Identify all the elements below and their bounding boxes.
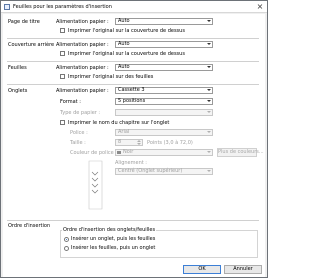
- insert-order-option-1-label: Insérer un onglet, puis les feuilles: [71, 236, 156, 242]
- chevron-down-icon: [207, 43, 211, 45]
- insert-order-option-2-radio[interactable]: [64, 246, 69, 251]
- cover-front-feed-select[interactable]: Auto: [115, 18, 213, 25]
- tabs-print-chapter-checkbox[interactable]: [60, 120, 65, 125]
- app-icon: [4, 4, 10, 10]
- insert-order-option-1-radio[interactable]: [64, 237, 69, 242]
- cover-front-section-label: Page de titre: [8, 19, 40, 25]
- tab-preview-icon: [88, 160, 103, 210]
- tabs-font-color-value: Noir: [123, 149, 134, 155]
- tabs-format-value: 5 positions: [118, 98, 146, 104]
- sheets-section-label: Feuilles: [8, 65, 27, 71]
- insert-settings-dialog: Feuilles pour les paramètres d'insertion…: [0, 0, 268, 278]
- tabs-font-color-select[interactable]: Noir: [115, 149, 213, 156]
- cancel-button[interactable]: Annuler: [224, 265, 262, 274]
- divider: [7, 61, 259, 62]
- tabs-font-value: Arial: [118, 129, 130, 135]
- cover-back-section-label: Couverture arrière: [8, 42, 55, 48]
- chevron-down-icon: [207, 170, 211, 172]
- cover-front-feed-label: Alimentation papier :: [56, 19, 109, 25]
- color-swatch: [117, 151, 121, 154]
- more-colors-button[interactable]: Plus de couleurs...: [217, 148, 264, 157]
- tabs-section-label: Onglets: [8, 88, 28, 94]
- tabs-size-label: Taille :: [70, 140, 86, 146]
- cover-back-feed-select[interactable]: Auto: [115, 41, 213, 48]
- divider: [7, 220, 259, 221]
- insert-order-option-2-label: Insérer les feuilles, puis un onglet: [71, 245, 156, 251]
- tabs-format-select[interactable]: 5 positions: [115, 98, 213, 105]
- sheets-print-label: Imprimer l'original sur des feuilles: [68, 74, 154, 80]
- chevron-down-icon: [207, 100, 211, 102]
- insert-order-group: [60, 230, 258, 258]
- tabs-size-value: 8: [118, 139, 122, 145]
- tabs-font-color-label: Couleur de police :: [70, 150, 117, 156]
- close-button[interactable]: ×: [256, 3, 264, 11]
- tabs-feed-value: Cassette 3: [118, 87, 145, 93]
- cover-back-feed-value: Auto: [118, 41, 130, 47]
- cover-back-print-checkbox[interactable]: [60, 51, 65, 56]
- tabs-print-chapter-label: Imprimer le nom du chapitre sur l'onglet: [68, 120, 170, 126]
- cover-front-print-checkbox[interactable]: [60, 28, 65, 33]
- cover-front-feed-value: Auto: [118, 18, 130, 24]
- tabs-alignment-label: Alignement :: [115, 160, 147, 166]
- sheets-feed-value: Auto: [118, 64, 130, 70]
- chevron-down-icon: [207, 20, 211, 22]
- cover-back-feed-label: Alimentation papier :: [56, 42, 109, 48]
- chevron-down-icon: [207, 111, 211, 113]
- insert-order-group-title: Ordre d'insertion des onglets/feuilles: [62, 227, 157, 233]
- cover-front-print-label: Imprimer l'original sur la couverture de…: [68, 28, 185, 34]
- spin-down-icon: [137, 143, 141, 145]
- ok-button[interactable]: OK: [183, 265, 221, 274]
- tabs-feed-select[interactable]: Cassette 3: [115, 87, 213, 94]
- chevron-down-icon: [207, 89, 211, 91]
- tabs-feed-label: Alimentation papier :: [56, 88, 109, 94]
- tabs-font-label: Police :: [70, 130, 88, 136]
- tabs-size-stepper[interactable]: 8: [115, 139, 143, 146]
- cover-back-print-label: Imprimer l'original sur la couverture de…: [68, 51, 185, 57]
- title-bar: Feuilles pour les paramètres d'insertion…: [1, 1, 267, 13]
- dialog-body: Page de titre Alimentation papier : Auto…: [3, 14, 265, 277]
- sheets-feed-label: Alimentation papier :: [56, 65, 109, 71]
- chevron-down-icon: [207, 66, 211, 68]
- tabs-alignment-select[interactable]: Centré (Onglet supérieur): [115, 168, 213, 175]
- window-title: Feuilles pour les paramètres d'insertion: [13, 4, 112, 10]
- insert-order-section-label: Ordre d'insertion: [8, 223, 51, 229]
- tabs-paper-type-select[interactable]: [115, 109, 213, 116]
- tabs-size-hint: Points (3,0 à 72,0): [147, 140, 193, 146]
- tabs-paper-type-label: Type de papier :: [60, 110, 101, 116]
- chevron-down-icon: [207, 151, 211, 153]
- tabs-font-select[interactable]: Arial: [115, 129, 213, 136]
- tabs-alignment-value: Centré (Onglet supérieur): [118, 168, 183, 174]
- spin-up-icon: [137, 140, 141, 142]
- sheets-feed-select[interactable]: Auto: [115, 64, 213, 71]
- sheets-print-checkbox[interactable]: [60, 74, 65, 79]
- divider: [7, 38, 259, 39]
- chevron-down-icon: [207, 131, 211, 133]
- tabs-format-label: Format :: [60, 99, 81, 105]
- divider: [7, 84, 259, 85]
